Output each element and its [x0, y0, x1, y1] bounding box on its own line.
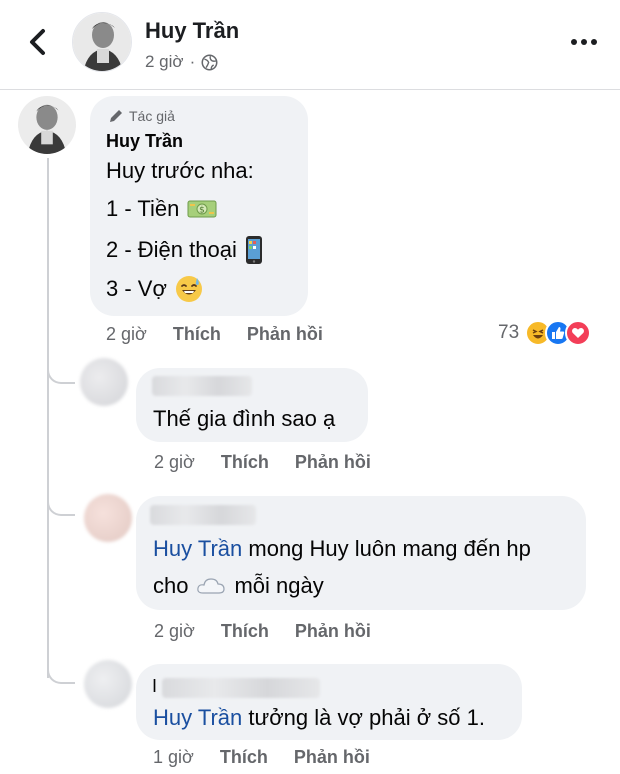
reply-text: cho mỗi ngày [153, 573, 324, 599]
comment-time[interactable]: 2 giờ [106, 324, 147, 345]
dot-icon [591, 39, 597, 45]
thread-line [47, 158, 49, 678]
reply-button[interactable]: Phản hồi [294, 747, 370, 768]
reply-time[interactable]: 2 giờ [154, 452, 195, 473]
phone-emoji-icon [245, 236, 262, 264]
commenter-avatar[interactable] [18, 96, 76, 154]
reply-actions: 2 giờ Thích Phản hồi [154, 621, 371, 642]
svg-text:$: $ [200, 206, 206, 216]
reply-button[interactable]: Phản hồi [247, 324, 323, 345]
reply-text-part: mỗi ngày [234, 573, 324, 598]
globe-icon [201, 54, 218, 70]
reply-text: Huy Trần tưởng là vợ phải ở số 1. [153, 705, 485, 731]
comment-line: Huy trước nha: [106, 158, 254, 183]
mention-link[interactable]: Huy Trần [153, 536, 242, 562]
reaction-count: 73 [498, 322, 520, 343]
sweat-smile-emoji-icon [175, 276, 202, 302]
redacted-name [152, 376, 252, 396]
thread-connector [47, 360, 75, 384]
reaction-icons [525, 320, 592, 346]
like-button[interactable]: Thích [220, 747, 268, 768]
reply-avatar[interactable] [80, 358, 128, 406]
chevron-left-icon [30, 29, 45, 55]
money-emoji-icon: $ [187, 200, 217, 218]
like-button[interactable]: Thích [221, 621, 269, 642]
meta-separator: · [189, 52, 196, 71]
mention-link[interactable]: Huy Trần [153, 705, 242, 731]
reply-text: Thế gia đình sao ạ [153, 406, 336, 431]
comment-line: 2 - Điện thoại [106, 235, 263, 265]
comment-line-text: 3 - Vợ [106, 276, 167, 301]
dot-icon [571, 39, 577, 45]
comment-line-text: 2 - Điện thoại [106, 237, 237, 262]
thread-connector [47, 660, 75, 684]
redacted-name [162, 678, 320, 698]
reply-time[interactable]: 1 giờ [153, 747, 194, 768]
post-meta: 2 giờ · [145, 52, 218, 72]
author-badge-label: Tác giả [129, 108, 175, 124]
back-button[interactable] [22, 24, 52, 60]
reply-text-part: tưởng là vợ phải ở số 1. [242, 705, 485, 730]
reply-text: Huy Trần mong Huy luôn mang đến hp [153, 536, 531, 562]
reply-actions: 1 giờ Thích Phản hồi [153, 747, 370, 768]
like-button[interactable]: Thích [221, 452, 269, 473]
reply-prefix: I [152, 676, 158, 696]
comment-author-name[interactable]: Huy Trần [106, 131, 183, 152]
comment-line: 3 - Vợ [106, 275, 203, 303]
like-button[interactable]: Thích [173, 324, 221, 345]
comment-line: 1 - Tiền $ [106, 196, 217, 222]
post-header: Huy Trần 2 giờ · [0, 0, 620, 90]
reply-text-part: cho [153, 573, 189, 598]
comment-line-text: 1 - Tiền [106, 196, 180, 221]
post-time[interactable]: 2 giờ [145, 52, 184, 72]
cloud-emoji-icon [197, 578, 226, 594]
reply-avatar[interactable] [84, 660, 132, 708]
love-icon [565, 320, 592, 346]
more-options-button[interactable] [566, 28, 602, 56]
reply-actions: 2 giờ Thích Phản hồi [154, 452, 371, 473]
thread-connector [47, 492, 75, 516]
poster-name[interactable]: Huy Trần [145, 18, 239, 44]
dot-icon [581, 39, 587, 45]
reply-text-part: mong Huy luôn mang đến hp [242, 536, 531, 561]
redacted-name [150, 505, 256, 525]
comment-actions: 2 giờ Thích Phản hồi [106, 324, 323, 345]
reply-button[interactable]: Phản hồi [295, 621, 371, 642]
author-badge: Tác giả [108, 108, 175, 124]
pen-icon [110, 110, 122, 122]
avatar[interactable] [72, 12, 132, 72]
reply-button[interactable]: Phản hồi [295, 452, 371, 473]
reply-time[interactable]: 2 giờ [154, 621, 195, 642]
reaction-summary[interactable]: 73 [498, 320, 592, 346]
reply-avatar[interactable] [84, 494, 132, 542]
